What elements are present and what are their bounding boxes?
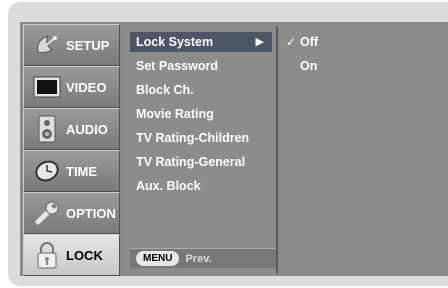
satellite-dish-icon — [32, 30, 62, 60]
menu-item-label: TV Rating-General — [136, 155, 246, 169]
sidebar-item-setup[interactable]: SETUP — [23, 24, 120, 66]
prev-hint: Prev. — [185, 252, 212, 265]
option-label: Off — [300, 35, 319, 49]
menu-key-button[interactable]: MENU — [136, 251, 180, 266]
menu-item-tv-rating-children[interactable]: TV Rating-Children — [130, 128, 272, 148]
sidebar-item-label: SETUP — [66, 37, 110, 53]
sidebar-item-label: TIME — [66, 163, 98, 179]
sidebar-item-label: LOCK — [66, 247, 103, 263]
menu-item-label: Aux. Block — [136, 179, 201, 193]
menu-item-label: Set Password — [136, 59, 218, 73]
lock-menu: Lock System ▶ Set Password Block Ch. Mov… — [126, 26, 278, 274]
sidebar-item-label: AUDIO — [66, 121, 108, 137]
menu-item-label: Movie Rating — [136, 107, 214, 121]
lock-system-options: ✓ Off On — [280, 26, 448, 274]
option-label: On — [300, 59, 318, 73]
sidebar-item-time[interactable]: TIME — [23, 150, 120, 192]
menu-footer: MENU Prev. — [130, 248, 276, 268]
clock-icon — [32, 156, 62, 186]
chevron-right-icon: ▶ — [255, 36, 264, 48]
wrench-icon — [32, 198, 62, 228]
menu-item-aux-block[interactable]: Aux. Block — [130, 176, 272, 196]
sidebar-item-audio[interactable]: AUDIO — [23, 108, 120, 150]
menu-item-lock-system[interactable]: Lock System ▶ — [130, 32, 272, 52]
padlock-icon — [32, 240, 62, 270]
menu-item-tv-rating-general[interactable]: TV Rating-General — [130, 152, 272, 172]
speaker-icon — [32, 114, 62, 144]
checkmark-icon: ✓ — [286, 35, 297, 49]
menu-item-set-password[interactable]: Set Password — [130, 56, 272, 76]
sidebar-item-option[interactable]: OPTION — [23, 192, 120, 234]
menu-item-label: Block Ch. — [136, 83, 194, 97]
sidebar-item-label: OPTION — [66, 205, 116, 221]
sidebar-item-label: VIDEO — [66, 79, 107, 95]
tv-screen-icon — [32, 72, 62, 102]
option-off[interactable]: ✓ Off — [286, 32, 318, 52]
sidebar-item-video[interactable]: VIDEO — [23, 66, 120, 108]
menu-item-movie-rating[interactable]: Movie Rating — [130, 104, 272, 124]
menu-item-block-channel[interactable]: Block Ch. — [130, 80, 272, 100]
category-sidebar: SETUP VIDEO AUDIO TIME OPTION LOCK — [23, 22, 120, 276]
option-on[interactable]: On — [286, 56, 317, 76]
menu-item-label: Lock System — [136, 35, 214, 49]
menu-item-label: TV Rating-Children — [136, 131, 250, 145]
sidebar-item-lock[interactable]: LOCK — [23, 234, 120, 276]
